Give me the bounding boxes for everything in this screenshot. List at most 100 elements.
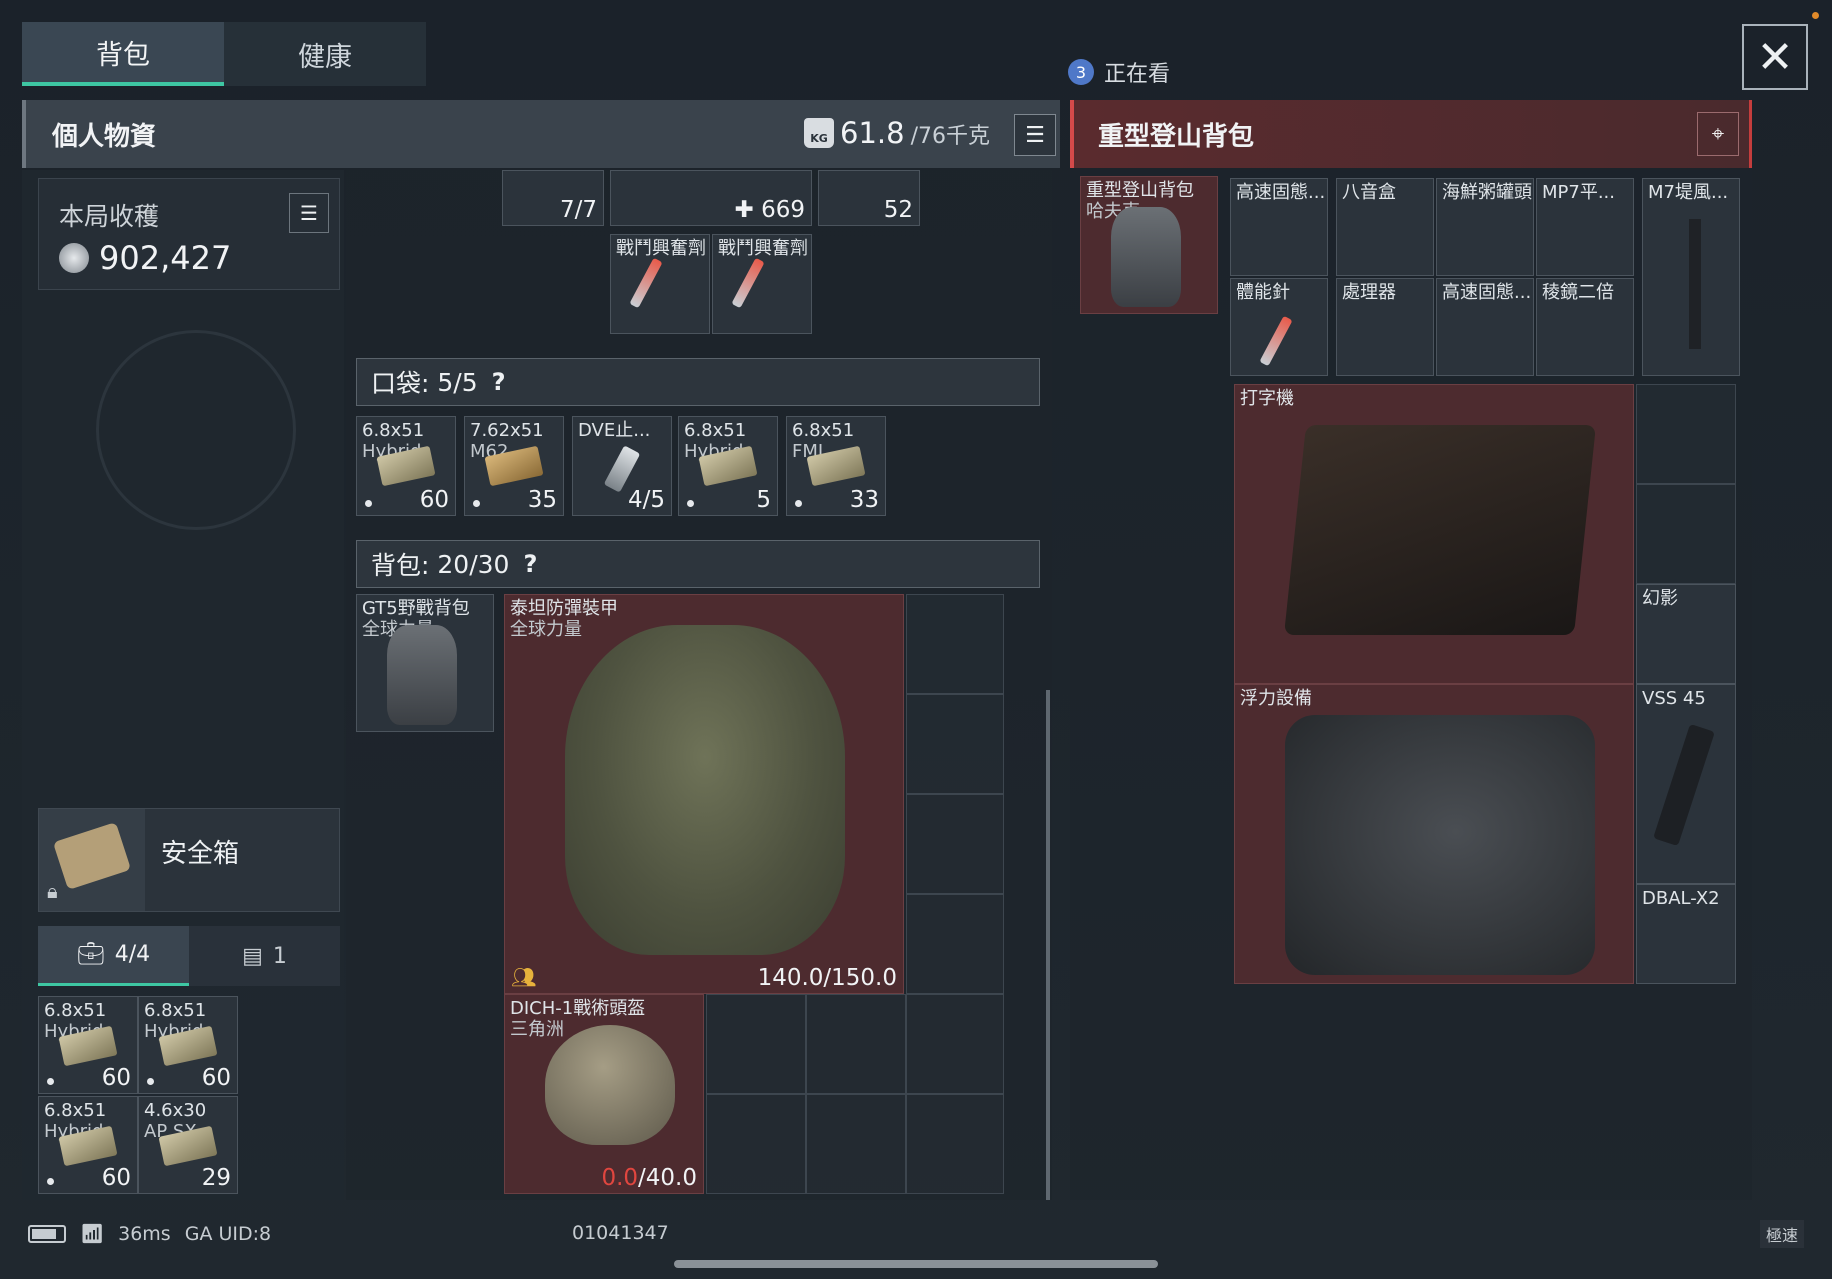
empty-slot[interactable]	[806, 1094, 906, 1194]
loot-container-title: 重型登山背包	[1098, 121, 1255, 152]
loot-item[interactable]: 體能針	[1230, 278, 1328, 376]
harvest-details-button[interactable]: ☰	[289, 193, 329, 233]
empty-slot[interactable]	[906, 894, 1004, 994]
armor-item[interactable]: 泰坦防彈裝甲 全球力量 👥︎ 140.0/150.0	[504, 594, 904, 994]
uid-label: GA UID:8	[184, 1222, 272, 1245]
backpack-image	[387, 625, 457, 725]
empty-slot[interactable]	[906, 694, 1004, 794]
pocket-item[interactable]: DVE止... 4/5	[572, 416, 672, 516]
durability: 0.0/40.0	[601, 1165, 697, 1191]
item-name: 體能針	[1236, 282, 1290, 303]
mark-location-button[interactable]: ⌖	[1697, 112, 1739, 156]
safe-item[interactable]: 6.8x51 Hybrid 60	[138, 996, 238, 1094]
pocket-item[interactable]: 6.8x51 FMJ 33	[786, 416, 886, 516]
empty-slot[interactable]	[1636, 384, 1736, 484]
inventory-item[interactable]: ✚ 669	[610, 170, 812, 226]
rifle-image	[1689, 219, 1701, 349]
uid-tail: 01041347	[572, 1222, 669, 1244]
safe-item[interactable]: 4.6x30 AP SX 29	[138, 1096, 238, 1194]
safebox-slot[interactable]: 🔒︎ 安全箱	[38, 808, 340, 912]
tab-ticket-slot[interactable]: ▤ 1	[189, 926, 340, 986]
item-name: 6.8x51	[684, 420, 747, 441]
watching-label: 正在看	[1104, 62, 1171, 87]
item-name: 6.8x51	[144, 1000, 207, 1021]
loot-item[interactable]: DBAL-X2	[1636, 884, 1736, 984]
item-name: DVE止...	[578, 420, 651, 441]
notification-dot	[1812, 12, 1819, 19]
loot-item[interactable]: 高速固態...	[1230, 178, 1328, 276]
helmet-item[interactable]: DICH-1戰術頭盔 三角洲 0.0/40.0	[504, 994, 704, 1194]
safe-item[interactable]: 6.8x51 Hybrid 60	[38, 996, 138, 1094]
spectator-count-badge: 3	[1068, 59, 1094, 85]
pocket-section-header: 口袋: 5/5 ?	[356, 358, 1040, 406]
item-name: 海鮮粥罐頭	[1442, 182, 1532, 203]
coin-icon	[59, 243, 89, 273]
loot-item[interactable]: 打字機	[1234, 384, 1634, 684]
loot-container-header: 重型登山背包 ⌖	[1070, 100, 1752, 168]
scrollbar[interactable]	[1046, 690, 1050, 1200]
tab-health[interactable]: 健康	[224, 22, 426, 86]
rebreather-image	[1285, 715, 1595, 975]
item-name: 6.8x51	[44, 1000, 107, 1021]
pocket-item[interactable]: 7.62x51 M62 35	[464, 416, 564, 516]
marker-dot	[147, 1078, 154, 1085]
empty-slot[interactable]	[806, 994, 906, 1094]
typewriter-image	[1283, 425, 1597, 635]
list-icon: ☰	[300, 201, 318, 225]
location-pin-icon: ⌖	[1711, 121, 1725, 147]
loot-item[interactable]: MP7平...	[1536, 178, 1634, 276]
inventory-item[interactable]: 7/7	[502, 170, 604, 226]
item-count: 60	[101, 1165, 131, 1191]
help-icon[interactable]: ?	[492, 368, 506, 396]
empty-slot[interactable]	[906, 994, 1004, 1094]
empty-slot[interactable]	[1636, 484, 1736, 584]
loot-item[interactable]: 幻影	[1636, 584, 1736, 684]
loot-item[interactable]: 浮力設備	[1234, 684, 1634, 984]
item-name: 7.62x51	[470, 420, 544, 441]
inventory-item[interactable]: 52	[818, 170, 920, 226]
empty-slot[interactable]	[706, 994, 806, 1094]
loot-item[interactable]: VSS 45	[1636, 684, 1736, 884]
loot-item[interactable]: 高速固態...	[1436, 278, 1534, 376]
quality-badge[interactable]: 極速	[1760, 1220, 1805, 1248]
close-button[interactable]: ✕	[1742, 24, 1808, 90]
battery-icon	[28, 1224, 66, 1243]
loot-item[interactable]: 八音盒	[1336, 178, 1434, 276]
pocket-item[interactable]: 6.8x51 Hybrid 60	[356, 416, 456, 516]
sort-list-button[interactable]: ☰	[1014, 114, 1056, 156]
item-name: M7堤風...	[1648, 182, 1729, 203]
loot-item[interactable]: 稜鏡二倍	[1536, 278, 1634, 376]
weight-max: /76千克	[910, 124, 990, 149]
empty-slot[interactable]	[906, 594, 1004, 694]
safe-item[interactable]: 6.8x51 Hybrid 60	[38, 1096, 138, 1194]
pocket-item[interactable]: 6.8x51 Hybrid 5	[678, 416, 778, 516]
backpack-section-header: 背包: 20/30 ?	[356, 540, 1040, 588]
top-tabs: 背包 健康	[22, 22, 426, 86]
safebox-case-image	[52, 822, 132, 890]
stim-item[interactable]: 戰鬥興奮劑	[610, 234, 710, 334]
stim-item[interactable]: 戰鬥興奮劑	[712, 234, 812, 334]
loot-item[interactable]: 處理器	[1336, 278, 1434, 376]
empty-slot[interactable]	[706, 1094, 806, 1194]
loot-item[interactable]: M7堤風...	[1642, 178, 1740, 376]
plus-icon: ✚	[734, 197, 762, 223]
home-indicator[interactable]	[674, 1260, 1158, 1268]
tab-bag[interactable]: 背包	[22, 22, 224, 86]
loot-container-item[interactable]: 重型登山背包 哈夫克	[1080, 176, 1218, 314]
item-name: 稜鏡二倍	[1542, 282, 1614, 303]
empty-slot[interactable]	[906, 1094, 1004, 1194]
tab-safe-case[interactable]: 💼︎ 4/4	[38, 926, 189, 986]
item-name: 高速固態...	[1442, 282, 1532, 303]
item-subname: 全球力量	[510, 619, 582, 640]
ticket-icon: ▤	[242, 943, 263, 969]
pocket-count: 5/5	[437, 367, 478, 397]
loot-item[interactable]: 海鮮粥罐頭	[1436, 178, 1534, 276]
item-count: 60	[419, 487, 449, 513]
empty-slot[interactable]	[906, 794, 1004, 894]
harvest-value-row: 902,427	[59, 239, 231, 277]
help-icon[interactable]: ?	[523, 550, 537, 578]
weight-icon: KG	[804, 118, 834, 148]
item-name: DBAL-X2	[1642, 888, 1720, 909]
backpack-item[interactable]: GT5野戰背包 全球力量	[356, 594, 494, 732]
personal-supplies-title: 個人物資	[52, 121, 157, 152]
